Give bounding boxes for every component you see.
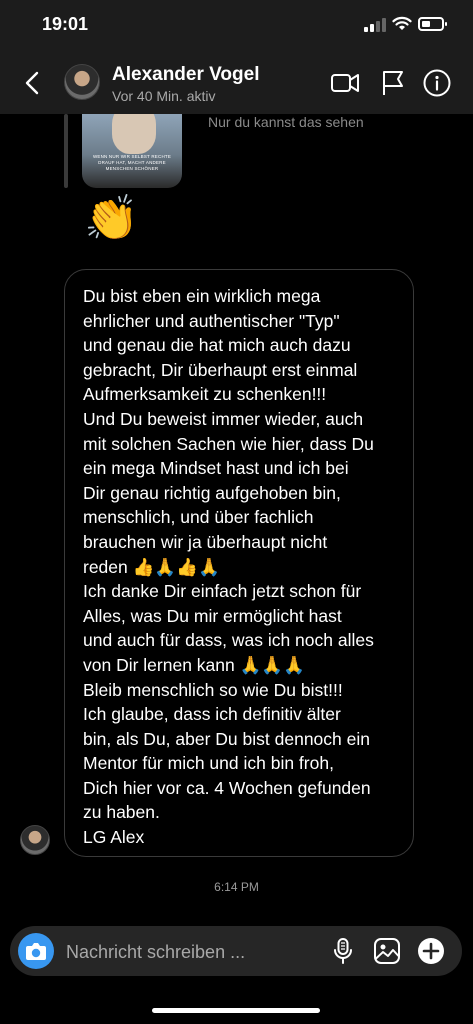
message-bubble[interactable]: Du bist eben ein wirklich mega ehrlicher…	[64, 269, 414, 857]
status-bar: 19:01	[0, 0, 473, 50]
story-photo-subject	[112, 114, 156, 154]
story-caption: WENN NUR WIR SELBST RECHTE DRAUF HAT, MA…	[92, 154, 172, 171]
message-input[interactable]	[64, 938, 318, 966]
gallery-icon[interactable]	[372, 936, 402, 966]
message-text: Du bist eben ein wirklich mega ehrlicher…	[83, 286, 374, 848]
activity-status: Vor 40 Min. aktiv	[112, 88, 216, 104]
battery-icon	[418, 17, 447, 31]
wifi-icon	[392, 16, 412, 30]
microphone-icon[interactable]	[328, 936, 358, 966]
video-call-icon[interactable]	[330, 68, 360, 98]
info-icon[interactable]	[422, 68, 452, 98]
back-icon[interactable]	[18, 68, 48, 98]
story-reply-thumbnail[interactable]: WENN NUR WIR SELBST RECHTE DRAUF HAT, MA…	[82, 114, 182, 188]
clock: 19:01	[42, 14, 89, 34]
sender-avatar[interactable]	[20, 825, 50, 855]
camera-button[interactable]	[18, 933, 54, 969]
reply-indicator-bar	[64, 114, 68, 188]
contact-avatar[interactable]	[64, 64, 100, 100]
add-icon[interactable]	[416, 936, 446, 966]
clap-reaction[interactable]: 👏	[84, 194, 139, 244]
cellular-signal-icon	[364, 18, 388, 32]
chat-header: Alexander Vogel Vor 40 Min. aktiv	[0, 50, 473, 114]
camera-icon	[26, 943, 46, 960]
message-composer	[10, 926, 462, 976]
message-timestamp: 6:14 PM	[214, 880, 259, 894]
message-thread[interactable]: WENN NUR WIR SELBST RECHTE DRAUF HAT, MA…	[0, 114, 473, 924]
home-indicator[interactable]	[152, 1008, 320, 1013]
flag-icon[interactable]	[378, 68, 408, 98]
story-visibility-note: Nur du kannst das sehen	[208, 114, 364, 130]
contact-name[interactable]: Alexander Vogel	[112, 64, 259, 86]
